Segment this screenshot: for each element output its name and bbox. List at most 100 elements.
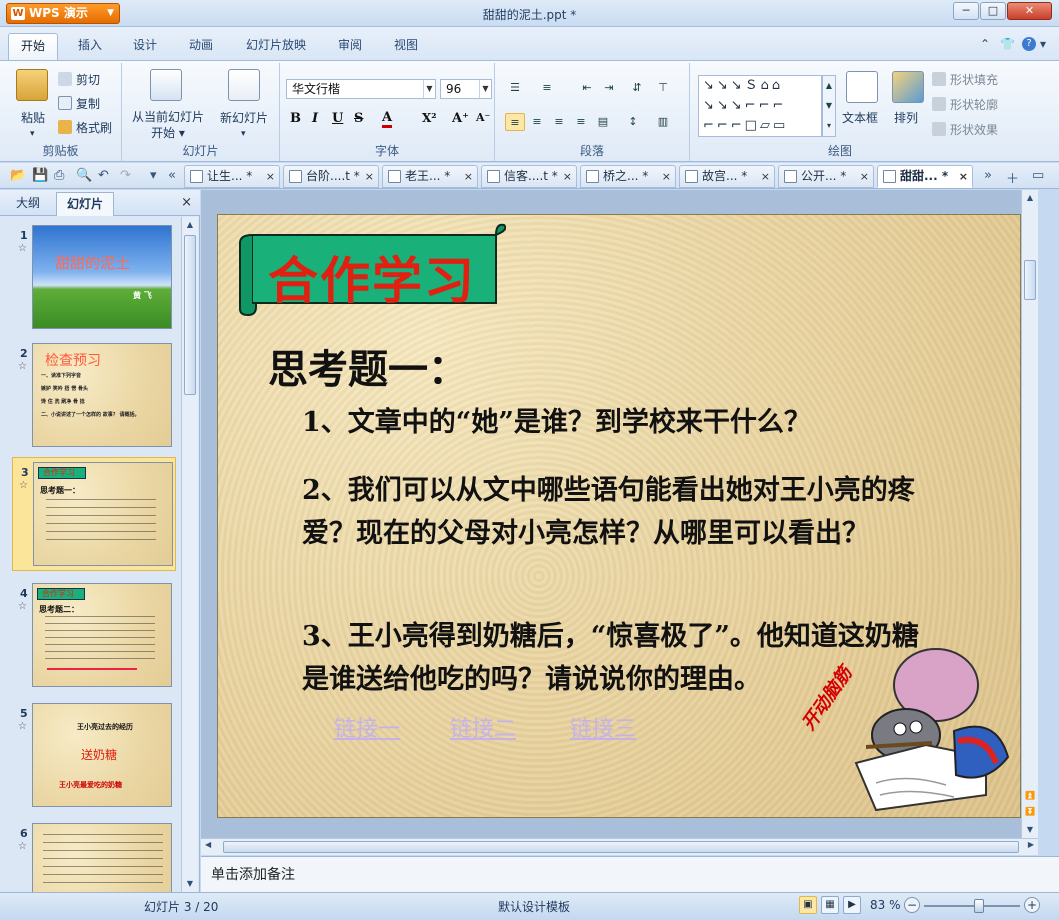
slide-thumbnail[interactable]: 2 ☆ 检查预习 一、读准下列字音 嫉妒 笑吟 捂 愣 骨头 馋 住 洗 刷净 … bbox=[12, 339, 176, 449]
doc-tab[interactable]: 让生... * × bbox=[184, 165, 280, 188]
skin-icon[interactable]: 👕 bbox=[1000, 37, 1015, 51]
slide-sorter-icon[interactable]: ▦ bbox=[821, 896, 839, 914]
paste-icon[interactable] bbox=[16, 69, 48, 101]
canvas-scrollbar[interactable]: ▲ ⏫ ⏬ ▼ bbox=[1021, 190, 1038, 838]
shapes-gallery[interactable]: ↘↘↘Ｓ⌂⌂ ↘↘↘⌐⌐⌐ ⌐⌐⌐□▱▭ bbox=[698, 75, 822, 137]
scroll-thumb[interactable] bbox=[1024, 260, 1036, 300]
open-icon[interactable]: 📂 bbox=[10, 168, 26, 183]
next-slide-icon[interactable]: ⏬ bbox=[1022, 804, 1038, 820]
tab-insert[interactable]: 插入 bbox=[78, 36, 102, 53]
textbox-icon[interactable] bbox=[846, 71, 878, 103]
chevron-down-icon[interactable]: ▾ bbox=[30, 129, 35, 139]
new-tab-icon[interactable]: ＋ bbox=[1006, 168, 1019, 187]
collapse-ribbon-icon[interactable]: ⌃ bbox=[980, 37, 990, 51]
zoom-out-icon[interactable]: − bbox=[904, 897, 920, 913]
close-pane-icon[interactable]: × bbox=[181, 195, 192, 210]
tab-scroll-right-icon[interactable]: » bbox=[984, 168, 992, 183]
customize-icon[interactable]: ▾ bbox=[150, 168, 157, 183]
cut-button[interactable]: 剪切 bbox=[58, 71, 100, 88]
undo-icon[interactable]: ↶ bbox=[98, 168, 109, 183]
normal-view-icon[interactable]: ▣ bbox=[799, 896, 817, 914]
align-center-icon[interactable]: ≡ bbox=[527, 113, 547, 131]
slide-thumbnail[interactable]: 6 ☆ bbox=[12, 819, 176, 892]
distribute-icon[interactable]: ▤ bbox=[593, 113, 613, 131]
slideshow-icon[interactable]: ▶ bbox=[843, 896, 861, 914]
prev-slide-icon[interactable]: ⏫ bbox=[1022, 788, 1038, 804]
close-tab-icon[interactable]: × bbox=[662, 166, 671, 187]
notes-pane[interactable]: 单击添加备注 bbox=[201, 856, 1059, 892]
play-from-current-button[interactable]: 从当前幻灯片 开始 ▾ bbox=[130, 109, 206, 141]
close-tab-icon[interactable]: × bbox=[365, 166, 374, 187]
doc-tab[interactable]: 台阶....t * × bbox=[283, 165, 379, 188]
shape-effect-button[interactable]: 形状效果 bbox=[932, 121, 998, 138]
shape-outline-button[interactable]: 形状轮廓 bbox=[932, 96, 998, 113]
line-spacing-icon[interactable]: ↕ bbox=[623, 113, 643, 131]
link-3[interactable]: 链接三 bbox=[570, 711, 636, 743]
maximize-button[interactable]: □ bbox=[980, 2, 1006, 20]
chevron-down-icon[interactable]: ▼ bbox=[423, 80, 435, 98]
scroll-right-icon[interactable]: ▶ bbox=[1028, 840, 1034, 849]
tab-animation[interactable]: 动画 bbox=[189, 36, 213, 53]
close-tab-icon[interactable]: × bbox=[266, 166, 275, 187]
print-icon[interactable]: ⎙ bbox=[54, 168, 64, 183]
bold-button[interactable]: B bbox=[290, 111, 301, 126]
link-1[interactable]: 链接一 bbox=[334, 711, 400, 743]
gallery-scroll-icon[interactable]: ▲ ▼ ▾ bbox=[822, 75, 836, 137]
align-left-icon[interactable]: ≡ bbox=[505, 113, 525, 131]
scroll-thumb[interactable] bbox=[223, 841, 1019, 853]
align-right-icon[interactable]: ≡ bbox=[549, 113, 569, 131]
tab-design[interactable]: 设计 bbox=[133, 36, 157, 53]
font-size-combo[interactable]: 96 ▼ bbox=[440, 79, 492, 99]
tab-slideshow[interactable]: 幻灯片放映 bbox=[246, 36, 306, 53]
paste-button[interactable]: 粘贴 bbox=[21, 109, 45, 126]
doc-tab[interactable]: 老王... * × bbox=[382, 165, 478, 188]
doc-tab[interactable]: 故宫... * × bbox=[679, 165, 775, 188]
tab-view[interactable]: 视图 bbox=[394, 36, 418, 53]
chevron-down-icon[interactable]: ▾ bbox=[1040, 37, 1046, 51]
doc-tab[interactable]: 信客....t * × bbox=[481, 165, 577, 188]
strikethrough-button[interactable]: S bbox=[354, 111, 363, 126]
align-text-icon[interactable]: ⊤ bbox=[653, 79, 673, 97]
grow-font-button[interactable]: A⁺ bbox=[452, 111, 469, 126]
close-tab-icon[interactable]: × bbox=[959, 166, 968, 187]
save-icon[interactable]: 💾 bbox=[32, 168, 48, 183]
bullet-list-icon[interactable]: ☰ bbox=[505, 79, 525, 97]
scroll-left-icon[interactable]: ◀ bbox=[205, 840, 211, 849]
italic-button[interactable]: I bbox=[312, 111, 318, 126]
tab-outline[interactable]: 大纲 bbox=[16, 194, 40, 211]
slide-thumbnail[interactable]: 5 ☆ 王小亮过去的经历 送奶糖 王小亮最爱吃的奶糖 bbox=[12, 699, 176, 809]
scroll-down-icon[interactable]: ▼ bbox=[182, 876, 198, 892]
redo-icon[interactable]: ↷ bbox=[120, 168, 131, 183]
doc-tab[interactable]: 桥之... * × bbox=[580, 165, 676, 188]
arrange-icon[interactable] bbox=[892, 71, 924, 103]
close-tab-icon[interactable]: × bbox=[464, 166, 473, 187]
help-icon[interactable]: ? bbox=[1022, 37, 1036, 51]
close-tab-icon[interactable]: × bbox=[860, 166, 869, 187]
scroll-up-icon[interactable]: ▲ bbox=[182, 217, 198, 233]
tab-scroll-left-icon[interactable]: « bbox=[168, 168, 176, 183]
columns-icon[interactable]: ▥ bbox=[653, 113, 673, 131]
scroll-up-icon[interactable]: ▲ bbox=[1022, 190, 1038, 206]
doc-tab-active[interactable]: 甜甜... * × bbox=[877, 165, 973, 188]
play-from-current-icon[interactable] bbox=[150, 69, 182, 101]
decrease-indent-icon[interactable]: ⇤ bbox=[577, 79, 597, 97]
font-color-button[interactable]: A bbox=[382, 111, 393, 128]
print-preview-icon[interactable]: 🔍 bbox=[76, 168, 92, 183]
tab-review[interactable]: 审阅 bbox=[338, 36, 362, 53]
minimize-button[interactable]: ─ bbox=[953, 2, 979, 20]
shrink-font-button[interactable]: A⁻ bbox=[476, 111, 490, 124]
tab-slides[interactable]: 幻灯片 bbox=[56, 192, 115, 216]
doc-tab[interactable]: 公开... * × bbox=[778, 165, 874, 188]
shape-fill-button[interactable]: 形状填充 bbox=[932, 71, 998, 88]
close-tab-icon[interactable]: × bbox=[761, 166, 770, 187]
zoom-slider-knob[interactable] bbox=[973, 899, 984, 913]
scroll-thumb[interactable] bbox=[184, 235, 196, 395]
copy-button[interactable]: 复制 bbox=[58, 95, 100, 112]
text-direction-icon[interactable]: ⇵ bbox=[627, 79, 647, 97]
slide-thumbnail[interactable]: 4 ☆ 合作学习 思考题二： bbox=[12, 579, 176, 689]
underline-button[interactable]: U bbox=[332, 111, 343, 126]
thumbnails-scrollbar[interactable]: ▲ ▼ bbox=[181, 217, 198, 892]
justify-icon[interactable]: ≡ bbox=[571, 113, 591, 131]
slide[interactable]: 合作学习 思考题一： 1、文章中的“她”是谁？到学校来干什么？ 2、我们可以从文… bbox=[217, 214, 1021, 818]
chevron-down-icon[interactable]: ▾ bbox=[241, 129, 246, 139]
